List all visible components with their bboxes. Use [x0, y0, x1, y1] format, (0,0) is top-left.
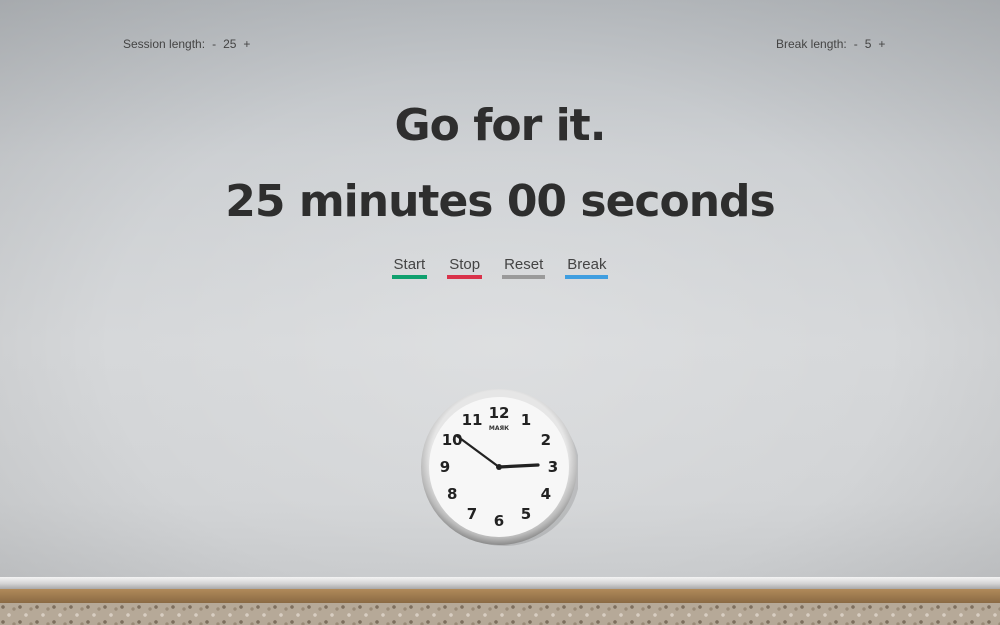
clock-numeral: 12 [489, 404, 510, 422]
session-length-value: 25 [223, 37, 237, 51]
motto-heading: Go for it. [394, 100, 607, 151]
clock-numeral: 3 [548, 458, 558, 476]
wood-trim [0, 589, 1000, 603]
break-length-control: Break length: - 5 + [776, 37, 886, 51]
clock-numeral: 7 [467, 505, 477, 523]
clock-numeral: 10 [442, 431, 463, 449]
clock-numeral: 6 [494, 512, 504, 530]
break-button[interactable]: Break [565, 256, 609, 279]
timer-minutes-label: minutes [298, 176, 494, 227]
timer-display: 25 minutes 00 seconds [0, 176, 1000, 227]
timer-controls: Start Stop Reset Break [0, 256, 1000, 279]
clock-numeral: 11 [462, 411, 483, 429]
break-length-label: Break length: [776, 37, 847, 51]
timer-minutes: 25 [225, 176, 285, 227]
clock-numeral: 8 [447, 485, 457, 503]
session-decrement-button[interactable]: - [211, 37, 217, 51]
clock-numeral: 9 [440, 458, 450, 476]
break-increment-button[interactable]: + [877, 37, 886, 51]
reset-button[interactable]: Reset [502, 256, 546, 279]
clock-numeral: 2 [541, 431, 551, 449]
clock-numeral: 4 [541, 485, 551, 503]
stop-button[interactable]: Stop [447, 256, 483, 279]
clock-numeral: 1 [521, 411, 531, 429]
clock-numeral: 5 [521, 505, 531, 523]
wall-pipe [0, 577, 1000, 589]
start-button[interactable]: Start [391, 256, 428, 279]
session-increment-button[interactable]: + [242, 37, 251, 51]
timer-seconds: 00 [506, 176, 567, 227]
clock-brand-text: МАЯК [489, 425, 509, 432]
break-decrement-button[interactable]: - [853, 37, 859, 51]
session-length-label: Session length: [123, 37, 206, 51]
session-length-control: Session length: - 25 + [123, 37, 251, 51]
floor-texture [0, 603, 1000, 625]
hour-hand [497, 463, 540, 469]
break-length-value: 5 [864, 37, 872, 51]
timer-seconds-label: seconds [580, 176, 775, 227]
wall-clock-image: 12 12 3 45678 9 10 11 МАЯК [421, 389, 578, 546]
